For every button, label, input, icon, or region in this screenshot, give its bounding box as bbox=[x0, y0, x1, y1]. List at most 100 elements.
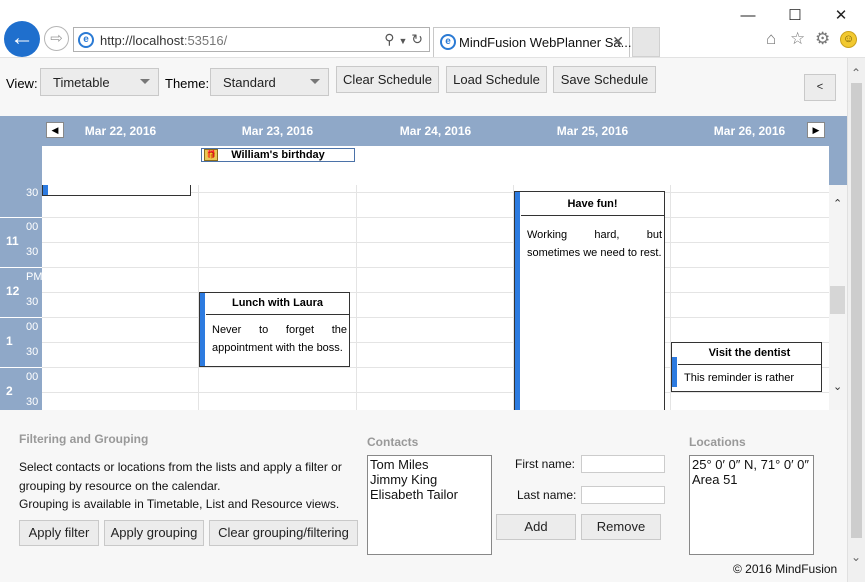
hour-label: 10 bbox=[6, 185, 19, 188]
apply-grouping-button[interactable]: Apply grouping bbox=[104, 520, 204, 546]
scroll-thumb[interactable] bbox=[851, 83, 862, 538]
scroll-down-icon[interactable]: ⌄ bbox=[851, 550, 861, 564]
filtering-description: grouping by resource on the calendar. bbox=[19, 479, 221, 493]
list-item[interactable]: Area 51 bbox=[692, 472, 811, 487]
clear-schedule-button[interactable]: Clear Schedule bbox=[336, 66, 439, 93]
minimize-button[interactable]: — bbox=[736, 6, 760, 26]
appointment-dentist[interactable]: Visit the dentist This reminder is rathe… bbox=[671, 342, 822, 392]
all-day-row[interactable] bbox=[42, 146, 829, 185]
all-day-gutter-right bbox=[829, 146, 847, 185]
page-scrollbar[interactable]: ⌃ ⌄ bbox=[847, 58, 865, 582]
add-contact-button[interactable]: Add bbox=[496, 514, 576, 540]
next-day-button[interactable]: ▶ bbox=[807, 122, 825, 138]
list-item[interactable]: 25° 0′ 0″ N, 71° 0′ 0″ bbox=[692, 457, 811, 472]
last-name-label: Last name: bbox=[517, 488, 577, 502]
hour-cell: PM 12 30 bbox=[0, 267, 43, 317]
grid-scrollbar[interactable]: ⌃ ⌄ bbox=[829, 185, 847, 410]
appointment-accent bbox=[672, 357, 677, 387]
chevron-down-icon bbox=[310, 79, 320, 84]
last-name-field[interactable] bbox=[581, 486, 665, 504]
refresh-icon[interactable]: ↻ bbox=[411, 31, 423, 47]
save-schedule-button[interactable]: Save Schedule bbox=[553, 66, 656, 93]
triangle-right-icon: ▶ bbox=[812, 125, 820, 135]
appointment-fun[interactable]: Have fun! Working hard, but sometimes we… bbox=[514, 191, 665, 410]
minute-label: 30 bbox=[26, 187, 39, 199]
grid-line bbox=[42, 267, 829, 268]
day-header-label: Mar 22, 2016 bbox=[84, 124, 157, 138]
appointment-description: Never to forget the appointment with the… bbox=[212, 324, 347, 354]
view-select-value: Timetable bbox=[53, 75, 110, 90]
locations-list[interactable]: 25° 0′ 0″ N, 71° 0′ 0″ Area 51 bbox=[689, 455, 814, 555]
appointment-description: This reminder is rather bbox=[684, 372, 795, 384]
list-item[interactable]: Tom Miles bbox=[370, 457, 489, 472]
grid-line bbox=[42, 217, 829, 218]
close-window-button[interactable]: ✕ bbox=[829, 6, 853, 26]
new-tab-button[interactable] bbox=[632, 27, 660, 57]
minute-label: 30 bbox=[26, 246, 39, 258]
view-label: View: bbox=[6, 76, 38, 91]
chevron-down-icon[interactable]: ▼ bbox=[398, 36, 407, 46]
search-icon[interactable]: ⚲ bbox=[384, 31, 394, 47]
load-schedule-button[interactable]: Load Schedule bbox=[446, 66, 547, 93]
appointment-accent bbox=[200, 293, 205, 366]
clear-grouping-button[interactable]: Clear grouping/filtering bbox=[209, 520, 358, 546]
chevron-down-icon[interactable]: ⌄ bbox=[833, 380, 842, 393]
filter-panel: Filtering and Grouping Select contacts o… bbox=[0, 410, 847, 582]
maximize-button[interactable]: ☐ bbox=[783, 6, 807, 26]
day-header: ◀ Mar 22, 2016 Mar 23, 2016 Mar 24, 2016… bbox=[0, 116, 847, 146]
all-day-gutter bbox=[0, 146, 42, 185]
first-name-field[interactable] bbox=[581, 455, 665, 473]
browser-chrome: — ☐ ✕ ← ⇨ e http://localhost:53516/ ⚲ ▼ … bbox=[0, 0, 865, 58]
list-item[interactable]: Elisabeth Tailor bbox=[370, 487, 489, 502]
hour-label: 11 bbox=[6, 234, 19, 248]
list-item[interactable]: Jimmy King bbox=[370, 472, 489, 487]
apply-filter-button[interactable]: Apply filter bbox=[19, 520, 99, 546]
forward-button[interactable]: ⇨ bbox=[44, 26, 69, 51]
hour-cell: 00 2 30 bbox=[0, 367, 42, 410]
appointment[interactable] bbox=[42, 185, 191, 196]
grid-line bbox=[42, 242, 829, 243]
remove-contact-button[interactable]: Remove bbox=[581, 514, 661, 540]
minute-label: 00 bbox=[26, 221, 39, 233]
day-header-label: Mar 24, 2016 bbox=[399, 124, 472, 138]
collapse-button[interactable]: < bbox=[804, 74, 836, 101]
gift-icon: 🎁 bbox=[204, 149, 218, 161]
timetable-grid[interactable]: 00 10 30 00 11 30 PM 12 30 00 1 30 00 2 bbox=[0, 185, 829, 410]
all-day-event[interactable]: 🎁 William's birthday bbox=[201, 148, 355, 162]
browser-tab[interactable]: e MindFusion WebPlanner Sa... ✕ bbox=[433, 27, 632, 57]
scroll-up-icon[interactable]: ⌃ bbox=[851, 66, 861, 80]
grid-line bbox=[42, 317, 829, 318]
day-header-label: Mar 26, 2016 bbox=[713, 124, 786, 138]
search-refresh-icons[interactable]: ⚲ ▼ ↻ bbox=[384, 31, 423, 48]
smiley-icon[interactable]: ☺ bbox=[840, 31, 857, 48]
arrow-left-icon: ← bbox=[10, 24, 34, 51]
theme-select[interactable]: Standard bbox=[210, 68, 329, 96]
hour-cell: 00 10 30 bbox=[0, 185, 42, 217]
chevron-down-icon bbox=[140, 79, 150, 84]
day-header-label: Mar 23, 2016 bbox=[241, 124, 314, 138]
view-select[interactable]: Timetable bbox=[40, 68, 159, 96]
day-header-label: Mar 25, 2016 bbox=[556, 124, 629, 138]
home-icon[interactable]: ⌂ bbox=[766, 29, 776, 49]
minute-label: 00 bbox=[26, 321, 39, 333]
hour-label: 12 bbox=[6, 284, 20, 298]
hour-label: 2 bbox=[6, 384, 13, 398]
minute-label: 00 bbox=[26, 371, 39, 383]
page-content: View: Timetable Theme: Standard Clear Sc… bbox=[0, 58, 847, 582]
gear-icon[interactable]: ⚙ bbox=[815, 29, 830, 49]
grid-scroll-thumb[interactable] bbox=[830, 286, 845, 314]
first-name-label: First name: bbox=[515, 457, 576, 471]
locations-title: Locations bbox=[689, 435, 746, 449]
address-bar[interactable]: e http://localhost:53516/ ⚲ ▼ ↻ bbox=[73, 27, 430, 52]
contacts-list[interactable]: Tom Miles Jimmy King Elisabeth Tailor bbox=[367, 455, 492, 555]
star-icon[interactable]: ☆ bbox=[790, 29, 805, 49]
appointment-lunch[interactable]: Lunch with Laura Never to forget the app… bbox=[199, 292, 350, 367]
close-tab-icon[interactable]: ✕ bbox=[612, 33, 624, 50]
appointment-description: Working hard, but sometimes we need to r… bbox=[527, 229, 662, 259]
tab-title: MindFusion WebPlanner Sa... bbox=[459, 35, 632, 50]
contacts-title: Contacts bbox=[367, 435, 419, 449]
appointment-title: Lunch with Laura bbox=[206, 297, 349, 315]
chevron-up-icon[interactable]: ⌃ bbox=[833, 197, 842, 210]
copyright: © 2016 MindFusion bbox=[733, 562, 838, 576]
back-button[interactable]: ← bbox=[4, 21, 40, 57]
